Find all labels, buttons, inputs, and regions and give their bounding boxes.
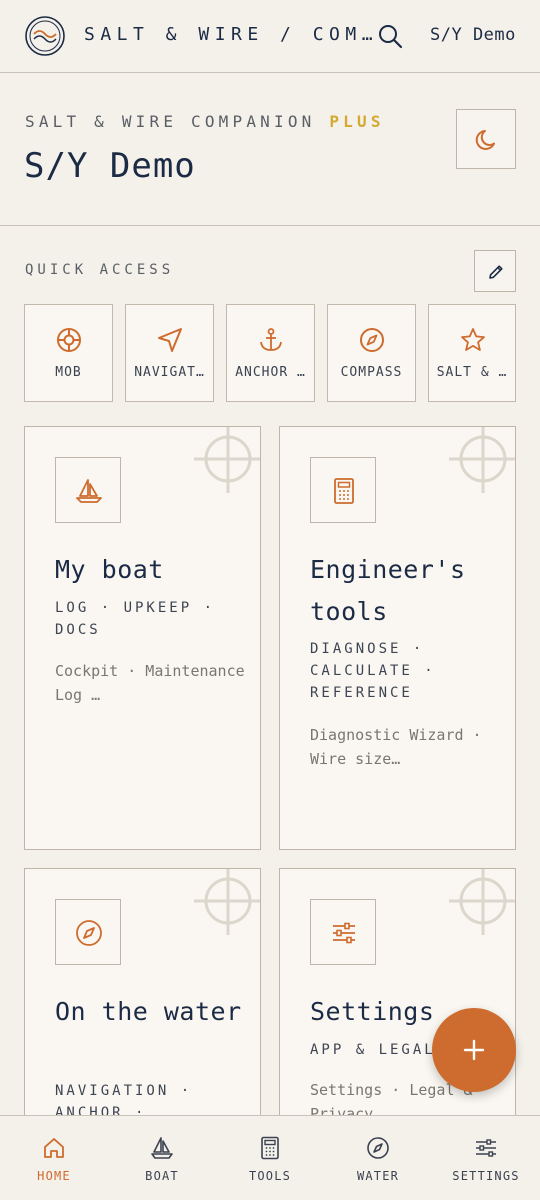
card-icon-box [310,899,376,965]
edit-quick-access-button[interactable] [474,250,516,292]
sliders-icon [476,1139,496,1157]
quick-access-label-anchor: ANCHOR … [235,365,306,380]
home-icon [44,1138,64,1158]
quick-access-label-salt-wire: SALT & … [436,365,508,380]
crosshair-icon [194,427,260,493]
crosshair-icon [449,427,515,493]
nav-tools[interactable]: TOOLS [216,1116,324,1200]
card-title: My boat [55,555,164,584]
companion-label: SALT & WIRE COMPANION PLUS [25,112,385,131]
quick-access-navigation[interactable]: NAVIGAT… [125,304,214,402]
app-logo-icon[interactable] [25,16,65,56]
bottom-nav: HOME BOAT TOOLS WATER SETTINGS [0,1115,540,1200]
card-title: On the water [55,997,242,1026]
quick-access-label-navigation: NAVIGAT… [134,365,205,380]
quick-access-label-mob: MOB [55,365,82,380]
app-title: SALT & WIRE / COM… [84,24,379,45]
card-description: Cockpit · Maintenance Log … [55,662,245,704]
moon-icon [475,130,495,150]
card-my-boat[interactable]: My boat LOG · UPKEEP · DOCS Cockpit · Ma… [24,426,261,850]
nav-home[interactable]: HOME [0,1116,108,1200]
quick-access-label: QUICK ACCESS [25,262,175,278]
add-button[interactable] [432,1008,516,1092]
card-icon-box [55,899,121,965]
lifebuoy-icon [57,328,81,352]
sailboat-icon [151,1137,173,1159]
nav-label-home: HOME [37,1169,71,1183]
page-title: S/Y Demo [24,146,196,186]
crosshair-icon [194,869,260,935]
quick-access-mob[interactable]: MOB [24,304,113,402]
compass-icon [76,920,102,946]
card-icon-box [310,457,376,523]
sliders-icon [333,922,355,944]
card-on-the-water[interactable]: On the water NAVIGATION · ANCHOR · [24,868,261,1128]
page-header: SALT & WIRE COMPANION PLUS S/Y Demo [0,74,540,226]
anchor-icon [260,328,282,351]
compass-icon [360,328,384,352]
quick-access-compass[interactable]: COMPASS [327,304,416,402]
card-description: Diagnostic Wizard · Wire size… [310,726,482,768]
plus-icon [463,1039,485,1061]
card-title: Engineer's tools [310,555,466,626]
nav-label-water: WATER [356,1169,400,1183]
companion-text: SALT & WIRE COMPANION [25,112,316,131]
card-engineers-tools[interactable]: Engineer's tools DIAGNOSE · CALCULATE · … [279,426,516,850]
calculator-icon [334,478,354,504]
star-icon [461,328,485,351]
card-tags: DIAGNOSE · CALCULATE · REFERENCE [310,641,436,701]
nav-boat[interactable]: BOAT [108,1116,216,1200]
quick-access-salt-wire[interactable]: SALT & … [428,304,516,402]
nav-label-settings: SETTINGS [452,1169,520,1183]
card-icon-box [55,457,121,523]
vessel-selector[interactable]: S/Y Demo [430,25,516,45]
plus-badge: PLUS [329,112,385,131]
nav-settings[interactable]: SETTINGS [432,1116,540,1200]
search-icon[interactable] [377,23,403,49]
theme-toggle-button[interactable] [456,109,516,169]
crosshair-icon [449,869,515,935]
navigation-arrow-icon [158,328,182,352]
nav-label-boat: BOAT [145,1169,179,1183]
nav-water[interactable]: WATER [324,1116,432,1200]
nav-label-tools: TOOLS [248,1169,292,1183]
pencil-icon [489,265,503,279]
calculator-icon [261,1136,279,1160]
top-bar: SALT & WIRE / COM… S/Y Demo [0,0,540,73]
quick-access-anchor[interactable]: ANCHOR … [226,304,315,402]
card-tags: LOG · UPKEEP · DOCS [55,600,216,638]
quick-access-label-compass: COMPASS [340,365,403,380]
compass-icon [367,1137,389,1159]
sailboat-icon [76,479,102,503]
